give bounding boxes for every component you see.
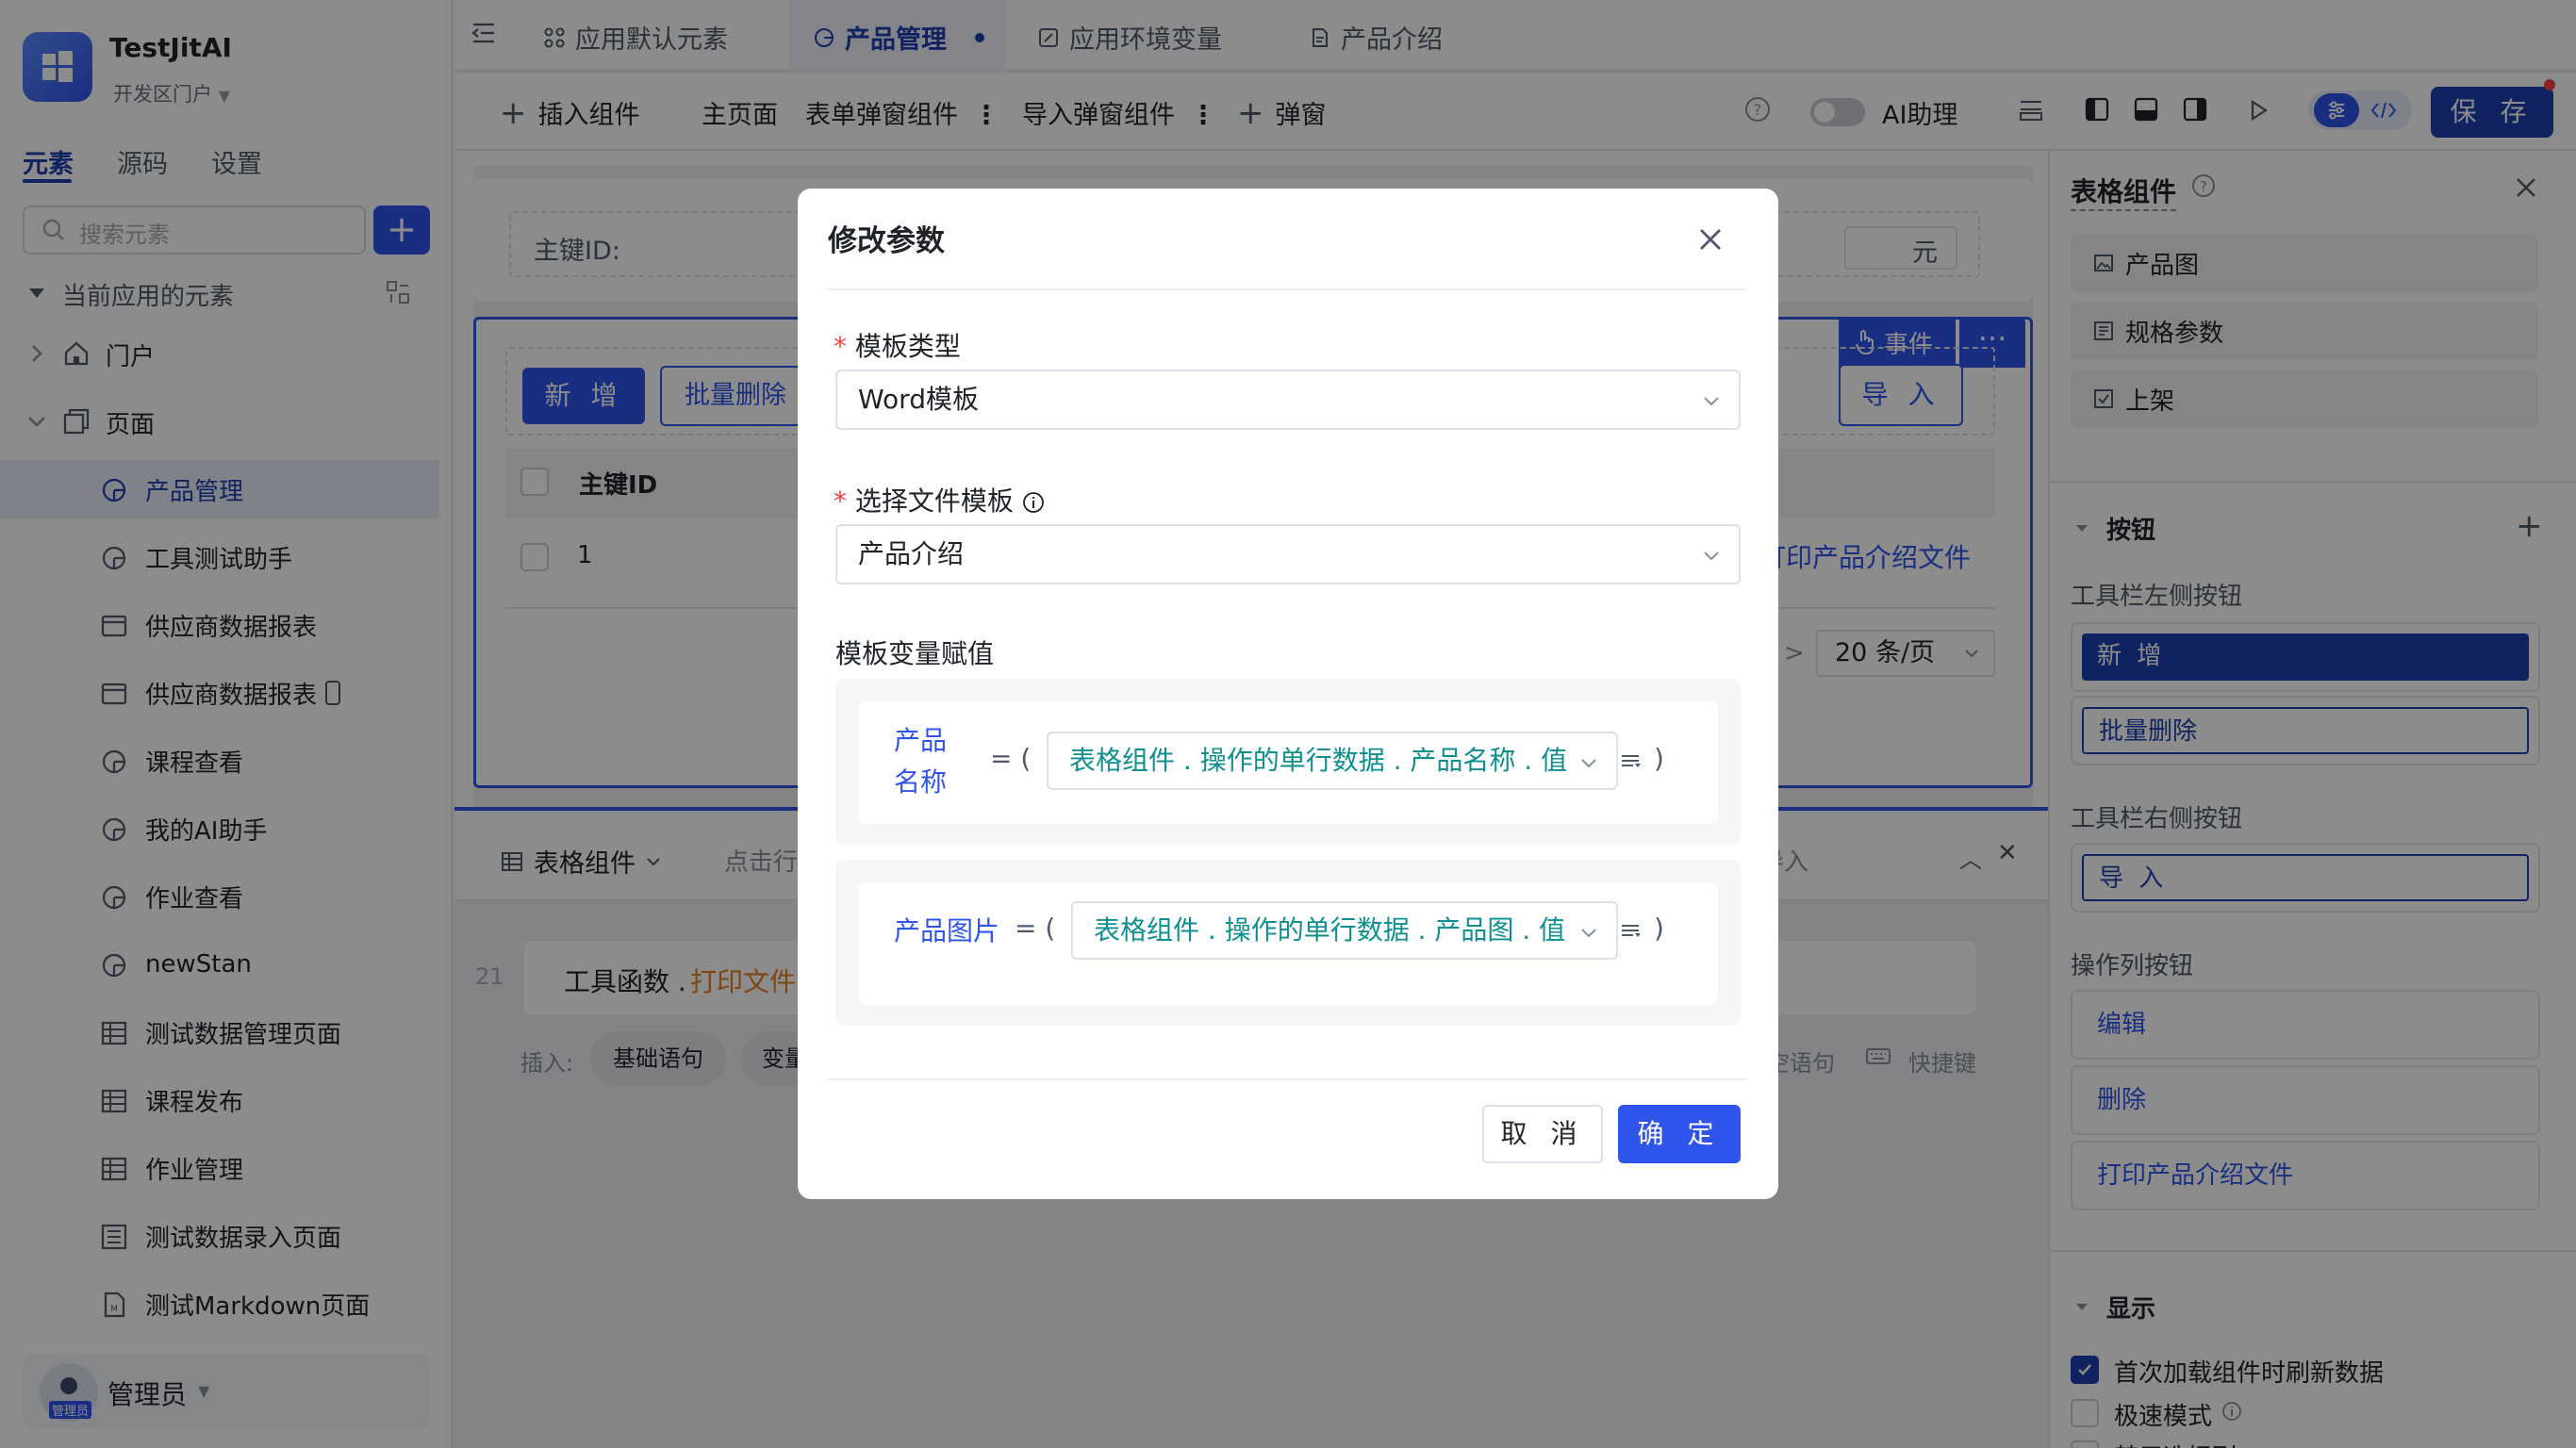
cancel-button[interactable]: 取 消 <box>1482 1105 1603 1163</box>
file-template-select[interactable]: 产品介绍 <box>835 524 1741 584</box>
var-expression-product-name[interactable]: 表格组件 . 操作的单行数据 . 产品名称 . 值 <box>1047 732 1618 790</box>
expression-menu-icon[interactable] <box>1620 750 1641 771</box>
chevron-down-icon <box>1578 922 1599 943</box>
required-mark: * <box>834 331 847 362</box>
chevron-down-icon <box>1701 390 1722 411</box>
close-icon[interactable] <box>1693 222 1727 256</box>
close-paren: ) <box>1654 913 1664 944</box>
dialog-header-divider <box>828 288 1746 290</box>
template-type-label: * 模板类型 <box>834 326 961 364</box>
equals-open-paren: = ( <box>990 743 1032 774</box>
var-name-product-name: 产品名称 <box>894 725 948 798</box>
dialog-footer-divider <box>828 1078 1746 1080</box>
chevron-down-icon <box>1578 752 1599 773</box>
var-expression-product-image[interactable]: 表格组件 . 操作的单行数据 . 产品图 . 值 <box>1071 901 1618 960</box>
expression-text: 表格组件 . 操作的单行数据 . 产品名称 . 值 <box>1069 745 1568 776</box>
dialog-title: 修改参数 <box>828 224 945 258</box>
var-name-product-image: 产品图片 <box>894 915 1000 946</box>
template-type-select[interactable]: Word模板 <box>835 370 1741 430</box>
template-vars-label: 模板变量赋值 <box>835 638 995 669</box>
info-icon[interactable] <box>1022 491 1045 514</box>
select-value: 产品介绍 <box>858 538 965 569</box>
label-text: 选择文件模板 <box>854 485 1014 517</box>
required-mark: * <box>834 485 847 517</box>
equals-open-paren: = ( <box>1015 913 1056 944</box>
confirm-button[interactable]: 确 定 <box>1618 1105 1741 1163</box>
label-text: 模板类型 <box>854 331 961 362</box>
expression-text: 表格组件 . 操作的单行数据 . 产品图 . 值 <box>1094 914 1566 946</box>
file-template-label: * 选择文件模板 <box>834 481 1045 518</box>
expression-menu-icon[interactable] <box>1620 920 1641 941</box>
chevron-down-icon <box>1701 545 1722 566</box>
close-paren: ) <box>1654 743 1664 774</box>
select-value: Word模板 <box>858 384 979 415</box>
